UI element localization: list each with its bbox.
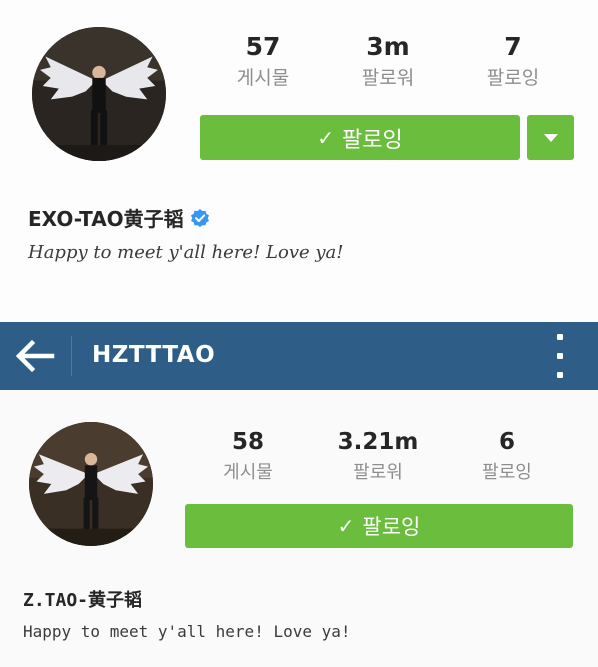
posts-label: 게시물 [236,67,290,89]
profile-bio: Happy to meet y'all here! Love ya! [23,622,351,641]
nav-divider [71,336,72,376]
check-icon: ✓ [317,125,335,150]
profile-name-text: EXO-TAO黄子韬 [28,207,184,231]
following-stat[interactable]: 7 팔로잉 [458,32,568,90]
verified-badge-icon [190,208,210,228]
followers-label: 팔로워 [353,462,403,483]
profile-name-text: Z.TAO-黄子韬 [23,590,143,611]
more-options-button[interactable] [549,334,571,378]
following-label: 팔로잉 [482,462,532,483]
arrow-left-icon [15,339,55,373]
posts-label: 게시물 [223,462,273,483]
profile-avatar[interactable] [29,422,153,546]
followers-count: 3m [366,32,410,61]
following-label: 팔로잉 [486,67,540,89]
profile-avatar[interactable] [32,27,166,161]
following-button[interactable]: ✓ 팔로잉 [200,115,520,160]
profile-bio: Happy to meet y'all here! Love ya! [28,242,344,263]
following-count: 6 [498,429,515,455]
more-vertical-icon [557,334,563,340]
posts-stat[interactable]: 58 게시물 [193,428,303,484]
followers-count: 3.21m [337,429,419,455]
followers-stat[interactable]: 3.21m 팔로워 [323,428,433,484]
avatar-photo [29,422,153,546]
profile-header-old: 57 게시물 3m 팔로워 7 팔로잉 ✓ 팔로잉 EXO-TAO黄子韬 Hap… [0,0,598,322]
following-button-label: 팔로잉 [342,127,403,153]
chevron-down-icon [543,133,558,142]
top-navigation-bar: HZTTTAO [0,322,598,390]
posts-count: 58 [231,429,264,455]
following-button-label: 팔로잉 [362,515,421,539]
following-stat[interactable]: 6 팔로잉 [452,428,562,484]
profile-header-new: 58 게시물 3.21m 팔로워 6 팔로잉 ✓ 팔로잉 Z.TAO-黄子韬 H… [0,390,598,667]
posts-count: 57 [245,32,281,61]
check-icon: ✓ [337,514,355,538]
profile-name: Z.TAO-黄子韬 [23,586,142,612]
avatar-photo [32,27,166,161]
profile-name: EXO-TAO黄子韬 [28,203,210,232]
followers-stat[interactable]: 3m 팔로워 [333,32,443,90]
nav-username-title: HZTTTAO [92,342,216,368]
suggestions-dropdown-button[interactable] [527,115,574,160]
followers-label: 팔로워 [361,67,415,89]
following-button[interactable]: ✓ 팔로잉 [185,504,573,548]
following-count: 7 [504,32,522,61]
posts-stat[interactable]: 57 게시물 [208,32,318,90]
back-button[interactable] [14,338,56,374]
